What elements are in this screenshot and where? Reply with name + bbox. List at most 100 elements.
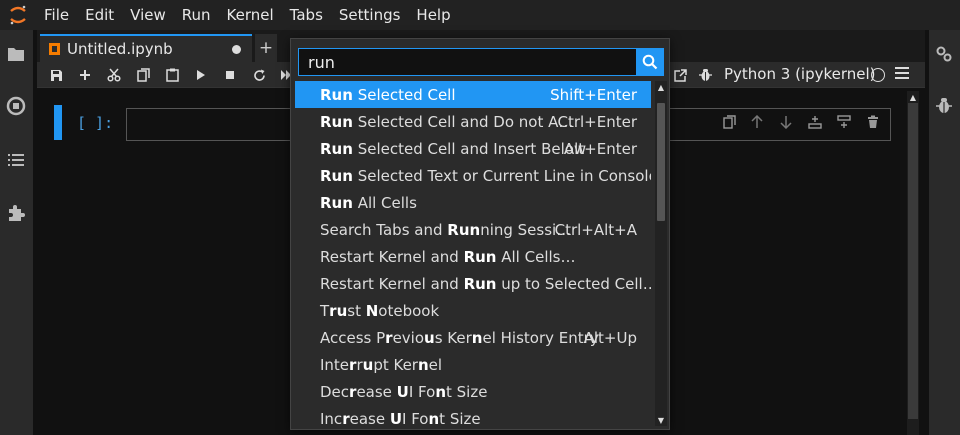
add-tab-button[interactable]: + xyxy=(255,34,277,62)
label-text: Selected Cell and Do not A… xyxy=(352,112,574,131)
stop-icon[interactable] xyxy=(221,66,239,84)
menu-kernel[interactable]: Kernel xyxy=(219,0,282,30)
tab-label: Untitled.ipynb xyxy=(67,40,173,58)
copy-icon[interactable] xyxy=(134,66,152,84)
paste-icon[interactable] xyxy=(163,66,181,84)
command-item[interactable]: Access Previous Kernel History Entry Alt+… xyxy=(295,324,651,351)
command-label: Restart Kernel and Run up to Selected Ce… xyxy=(320,275,651,293)
menu-icon[interactable] xyxy=(895,67,909,81)
command-item[interactable]: Decrease UI Font Size xyxy=(295,378,651,405)
command-label: Interrupt Kernel xyxy=(320,356,442,374)
active-cell-indicator[interactable] xyxy=(54,105,62,140)
move-up-icon[interactable] xyxy=(749,114,765,130)
label-text: t Size xyxy=(439,409,481,428)
menu-run[interactable]: Run xyxy=(174,0,219,30)
command-item[interactable]: Search Tabs and Running Sessi… Ctrl+Alt+A xyxy=(295,216,651,243)
property-inspector-icon[interactable] xyxy=(934,44,954,64)
command-item[interactable]: Run Selected Cell and Insert Below Alt+En… xyxy=(295,135,651,162)
match-highlight: Run xyxy=(463,247,497,266)
menu-file[interactable]: File xyxy=(36,0,77,30)
cut-icon[interactable] xyxy=(105,66,123,84)
command-palette: Run Selected CellShift+EnterRun Selected… xyxy=(290,38,670,430)
notebook-scrollbar[interactable]: ▲ xyxy=(907,91,919,435)
match-highlight: Run xyxy=(463,274,497,293)
label-text: Restart Kernel and xyxy=(320,247,464,266)
scroll-down-icon[interactable]: ▼ xyxy=(655,414,667,426)
command-item[interactable]: Interrupt Kernel xyxy=(295,351,651,378)
palette-scrollbar[interactable]: ▲ ▼ xyxy=(655,81,667,426)
right-sidebar xyxy=(929,30,960,435)
move-down-icon[interactable] xyxy=(778,114,794,130)
label-text: el History Entry xyxy=(482,328,599,347)
command-list: Run Selected Cell Shift+Enter Run Selected… xyxy=(295,81,651,429)
palette-search-input[interactable] xyxy=(298,48,636,76)
command-label: Run Selected Cell and Insert Below xyxy=(320,140,586,158)
command-label: Run All Cells xyxy=(320,194,417,212)
command-shortcut: Ctrl+Enter xyxy=(557,112,637,131)
label-text: I Fo xyxy=(402,409,429,428)
label-text: Inte xyxy=(320,355,350,374)
command-label: Run Selected Text or Current Line in Con… xyxy=(320,167,651,185)
scroll-up-icon[interactable]: ▲ xyxy=(907,91,919,103)
kernel-name[interactable]: Python 3 (ipykernel) xyxy=(724,65,876,83)
menu-tabs[interactable]: Tabs xyxy=(282,0,331,30)
scroll-up-icon[interactable]: ▲ xyxy=(655,81,667,93)
command-shortcut: Shift+Enter xyxy=(550,85,637,104)
restart-icon[interactable] xyxy=(250,66,268,84)
command-label: Increase UI Font Size xyxy=(320,410,481,428)
insert-below-icon[interactable] xyxy=(836,114,852,130)
label-text: st xyxy=(347,301,366,320)
command-item[interactable]: Trust Notebook xyxy=(295,297,651,324)
unsaved-indicator-icon[interactable] xyxy=(232,45,241,54)
cell-prompt: [ ]: xyxy=(77,114,114,132)
label-text: T xyxy=(320,301,330,320)
command-item[interactable]: Increase UI Font Size xyxy=(295,405,651,429)
match-highlight: n xyxy=(417,355,429,374)
command-label: Search Tabs and Running Sessi… xyxy=(320,221,571,239)
running-sessions-icon[interactable] xyxy=(6,96,26,116)
command-item[interactable]: Run Selected Text or Current Line in Con… xyxy=(295,162,651,189)
open-in-new-icon[interactable] xyxy=(671,66,689,84)
bug-icon[interactable] xyxy=(696,66,714,84)
menu-settings[interactable]: Settings xyxy=(331,0,409,30)
scroll-thumb[interactable] xyxy=(657,103,665,221)
folder-icon[interactable] xyxy=(6,44,26,64)
command-item[interactable]: Run All Cells xyxy=(295,189,651,216)
tab-untitled-notebook[interactable]: Untitled.ipynb xyxy=(40,34,252,62)
label-text: t Size xyxy=(446,382,488,401)
table-of-contents-icon[interactable] xyxy=(6,150,26,170)
label-text: s Ker xyxy=(434,328,472,347)
label-text: evio xyxy=(392,328,425,347)
menu-view[interactable]: View xyxy=(122,0,174,30)
match-highlight: Run xyxy=(447,220,481,239)
label-text: ease xyxy=(356,382,397,401)
extension-icon[interactable] xyxy=(6,203,26,223)
menu-bar: File Edit View Run Kernel Tabs Settings Help xyxy=(0,0,960,30)
save-icon[interactable] xyxy=(47,66,65,84)
duplicate-cell-icon[interactable] xyxy=(721,114,737,130)
insert-cell-icon[interactable] xyxy=(76,66,94,84)
command-label: Trust Notebook xyxy=(320,302,439,320)
menu-edit[interactable]: Edit xyxy=(77,0,122,30)
jupyter-logo-icon xyxy=(0,0,36,30)
delete-cell-icon[interactable] xyxy=(865,114,881,130)
insert-above-icon[interactable] xyxy=(807,114,823,130)
match-highlight: U xyxy=(389,409,403,428)
scroll-thumb[interactable] xyxy=(908,103,918,419)
run-icon[interactable] xyxy=(192,66,210,84)
label-text: el xyxy=(428,355,443,374)
command-item[interactable]: Run Selected Cell Shift+Enter xyxy=(295,81,651,108)
label-text: Selected Cell and Insert Below xyxy=(352,139,587,158)
match-highlight: Run xyxy=(320,85,353,104)
command-label: Restart Kernel and Run All Cells… xyxy=(320,248,575,266)
command-item[interactable]: Restart Kernel and Run All Cells… xyxy=(295,243,651,270)
match-highlight: N xyxy=(365,301,379,320)
command-item[interactable]: Run Selected Cell and Do not A… Ctrl+Ente… xyxy=(295,108,651,135)
command-item[interactable]: Restart Kernel and Run up to Selected Ce… xyxy=(295,270,651,297)
menu-help[interactable]: Help xyxy=(408,0,458,30)
match-highlight: ru xyxy=(329,301,348,320)
label-text: Selected Text or Current Line in Console xyxy=(352,166,651,185)
debugger-icon[interactable] xyxy=(934,96,954,116)
label-text: All Cells xyxy=(352,193,417,212)
search-button[interactable] xyxy=(636,48,664,76)
